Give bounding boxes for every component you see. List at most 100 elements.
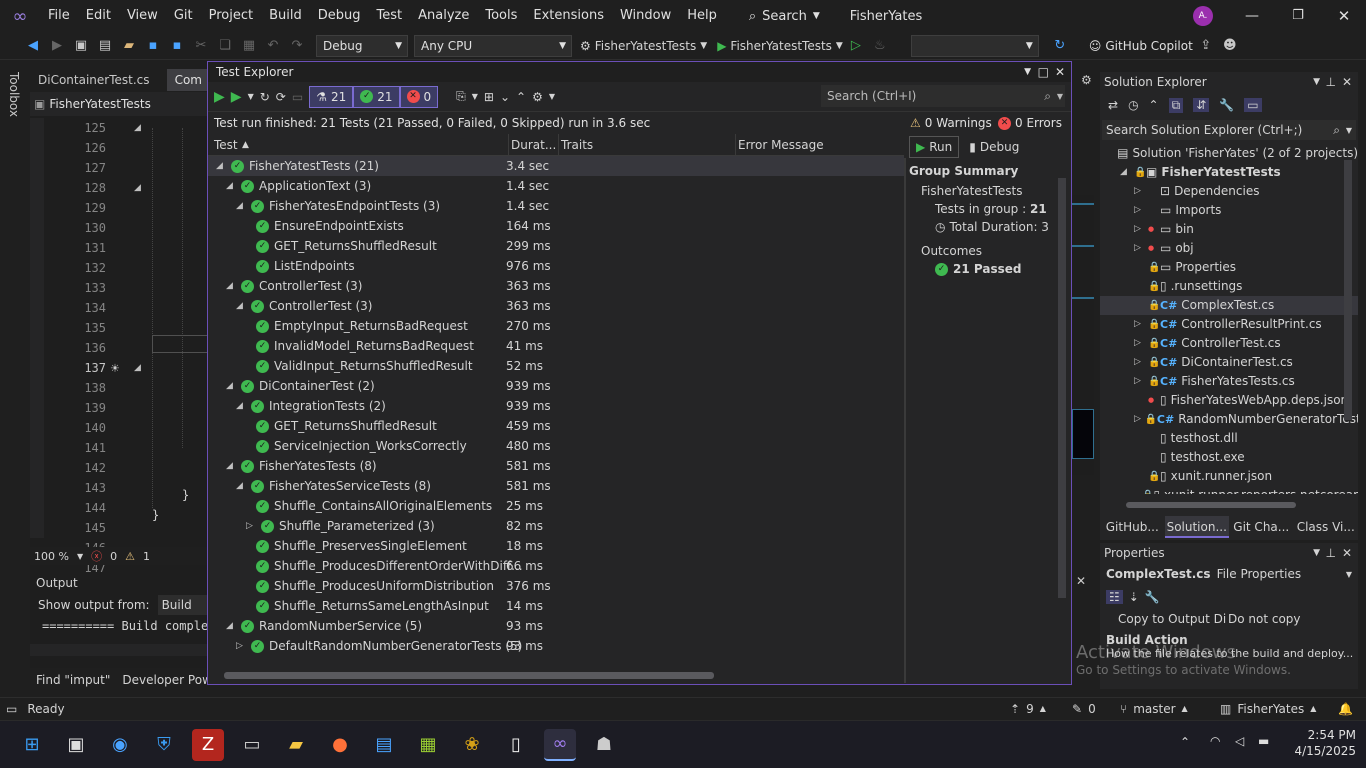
- start-debug-button[interactable]: ▶ FisherYatestTests ▼: [717, 39, 843, 53]
- tab-developer-powershell[interactable]: Developer Powe: [122, 673, 219, 687]
- redo-icon[interactable]: ↷: [286, 35, 308, 57]
- preview-icon[interactable]: ▭: [1244, 98, 1262, 112]
- paste-icon[interactable]: ▦: [238, 35, 260, 57]
- test-row[interactable]: ◢ ✓ IntegrationTests (2) 939 ms: [208, 396, 904, 416]
- test-row[interactable]: ◢ ✓ FisherYatesTests (8) 581 ms: [208, 456, 904, 476]
- solution-item[interactable]: ▷ 🔒 C# DiContainerTest.cs: [1100, 353, 1358, 372]
- notifications-icon[interactable]: 🔔: [1338, 702, 1353, 716]
- passed-tests-filter[interactable]: ✓ 21: [353, 85, 400, 108]
- zoom-level[interactable]: 100 %: [34, 550, 69, 563]
- expanded-icon[interactable]: ◢: [236, 396, 246, 416]
- back-icon[interactable]: ◀: [22, 35, 44, 57]
- categorized-icon[interactable]: ☷: [1106, 590, 1123, 604]
- group-by-icon[interactable]: ⊞: [484, 90, 494, 104]
- expanded-icon[interactable]: ◢: [226, 616, 236, 636]
- cancel-icon[interactable]: ▭: [292, 90, 303, 104]
- scroll-thumb[interactable]: [1344, 160, 1352, 420]
- settings-icon[interactable]: ⚙: [532, 90, 543, 104]
- solution-item[interactable]: ◢ 🔒 ▣ FisherYatestTests: [1100, 163, 1358, 182]
- run-failed-icon[interactable]: ⟳: [276, 90, 286, 104]
- alphabetical-icon[interactable]: ⇣: [1129, 590, 1139, 604]
- terminal-icon[interactable]: ▭: [236, 729, 268, 761]
- panel-tab[interactable]: Class Vi...: [1294, 516, 1359, 538]
- error-count[interactable]: 0: [110, 550, 117, 563]
- scroll-thumb[interactable]: [224, 672, 714, 679]
- undo-icon[interactable]: ↶: [262, 35, 284, 57]
- collapsed-icon[interactable]: ▷: [1134, 410, 1141, 429]
- show-all-files-icon[interactable]: ⧉: [1168, 97, 1184, 113]
- test-row[interactable]: ◢ ✓ ApplicationText (3) 1.4 sec: [208, 176, 904, 196]
- test-row[interactable]: ◢ ✓ RandomNumberService (5) 93 ms: [208, 616, 904, 636]
- menu-build[interactable]: Build: [261, 0, 310, 32]
- solution-item[interactable]: ▷ 🔒 C# FisherYatesTests.cs: [1100, 372, 1358, 391]
- cut-icon[interactable]: ✂: [190, 35, 212, 57]
- repeat-last-run-icon[interactable]: ↻: [260, 90, 270, 104]
- menu-tools[interactable]: Tools: [477, 0, 525, 32]
- column-duration[interactable]: Durat...: [508, 134, 556, 156]
- errors-summary[interactable]: ✕ 0 Errors: [998, 116, 1062, 130]
- chart-app-icon[interactable]: ▦: [412, 729, 444, 761]
- solution-item[interactable]: 🔒 ▯ xunit.runner.json: [1100, 467, 1358, 486]
- test-row[interactable]: ✓ ListEndpoints 976 ms: [208, 256, 904, 276]
- solution-item[interactable]: ▷ 🔒 C# RandomNumberGeneratorTests.: [1100, 410, 1358, 429]
- document-icon[interactable]: ▯: [500, 729, 532, 761]
- toolbox-strip[interactable]: Toolbox: [0, 68, 28, 698]
- platform-select[interactable]: Any CPU ▼: [414, 34, 572, 57]
- new-item-icon[interactable]: ▤: [94, 35, 116, 57]
- expanded-icon[interactable]: ◢: [226, 456, 236, 476]
- status-repository[interactable]: ▥ FisherYates ▲: [1220, 702, 1316, 716]
- collapsed-icon[interactable]: ▷: [236, 636, 246, 656]
- solution-item[interactable]: ▯ testhost.exe: [1100, 448, 1358, 467]
- expanded-icon[interactable]: ◢: [216, 156, 226, 176]
- test-row[interactable]: ✓ ValidInput_ReturnsShuffledResult 52 ms: [208, 356, 904, 376]
- test-row[interactable]: ✓ Shuffle_ProducesDifferentOrderWithDiff.…: [208, 556, 904, 576]
- file-explorer-icon[interactable]: ▰: [280, 729, 312, 761]
- configuration-select[interactable]: Debug ▼: [316, 34, 408, 57]
- close-icon[interactable]: ✕: [1055, 62, 1065, 82]
- switch-views-icon[interactable]: ⇄: [1108, 98, 1118, 112]
- solution-item[interactable]: 🔒▯ xunit.runner.reporters.netcorear: [1100, 486, 1358, 494]
- open-folder-icon[interactable]: ▰: [118, 35, 140, 57]
- navigation-bar[interactable]: ▣ FisherYatestTests: [30, 92, 210, 116]
- test-row[interactable]: ◢ ✓ FisherYatesServiceTests (8) 581 ms: [208, 476, 904, 496]
- new-project-icon[interactable]: ▣: [70, 35, 92, 57]
- collapsed-icon[interactable]: ▷: [1134, 239, 1144, 258]
- solution-item[interactable]: ▷ 🔒 C# ControllerTest.cs: [1100, 334, 1358, 353]
- copy-icon[interactable]: ❏: [214, 35, 236, 57]
- menu-extensions[interactable]: Extensions: [525, 0, 612, 32]
- solution-item[interactable]: ▷ ● ▭ bin: [1100, 220, 1358, 239]
- solution-vscroll[interactable]: [1344, 150, 1352, 490]
- test-row[interactable]: ✓ GET_ReturnsShuffledResult 299 ms: [208, 236, 904, 256]
- column-error-message[interactable]: Error Message: [735, 134, 824, 156]
- maximize-icon[interactable]: □: [1038, 62, 1049, 82]
- test-row[interactable]: ✓ InvalidModel_ReturnsBadRequest 41 ms: [208, 336, 904, 356]
- gimp-icon[interactable]: ❀: [456, 729, 488, 761]
- run-icon[interactable]: ▶: [231, 89, 242, 105]
- failed-tests-filter[interactable]: ✕ 0: [399, 85, 439, 108]
- expanded-icon[interactable]: ◢: [236, 296, 246, 316]
- magnifier-icon[interactable]: ◉: [104, 729, 136, 761]
- playlist-icon[interactable]: ⎘: [456, 89, 466, 104]
- test-row[interactable]: ✓ Shuffle_ProducesUniformDistribution 376 …: [208, 576, 904, 596]
- volume-icon[interactable]: ◁: [1235, 734, 1244, 748]
- status-commits-up[interactable]: ⇡ 9 ▲: [1010, 702, 1046, 716]
- save-all-icon[interactable]: ▪: [166, 35, 188, 57]
- test-search-input[interactable]: Search (Ctrl+I) ⌕ ▼: [821, 85, 1065, 107]
- tray-chevron-icon[interactable]: ⌃: [1180, 735, 1190, 749]
- menu-project[interactable]: Project: [201, 0, 261, 32]
- menu-debug[interactable]: Debug: [310, 0, 369, 32]
- test-row[interactable]: ◢ ✓ ControllerTest (3) 363 ms: [208, 276, 904, 296]
- chevron-down-icon[interactable]: ▼: [549, 92, 555, 101]
- warnings-summary[interactable]: ⚠ 0 Warnings: [910, 116, 992, 130]
- run-all-icon[interactable]: ▶: [214, 89, 225, 105]
- close-icon[interactable]: ✕: [1342, 75, 1352, 89]
- wifi-icon[interactable]: ◠: [1210, 734, 1220, 748]
- copilot-button[interactable]: ☺ GitHub Copilot: [1089, 39, 1193, 53]
- menu-test[interactable]: Test: [369, 0, 411, 32]
- properties-icon[interactable]: 🔧: [1219, 98, 1234, 112]
- expanded-icon[interactable]: ◢: [1120, 163, 1130, 182]
- dropdown-icon[interactable]: ▼: [1313, 548, 1320, 558]
- test-tree-hscroll[interactable]: [212, 669, 898, 681]
- collapse-all-icon[interactable]: ⌃: [516, 90, 526, 104]
- avatar[interactable]: A.: [1193, 6, 1213, 26]
